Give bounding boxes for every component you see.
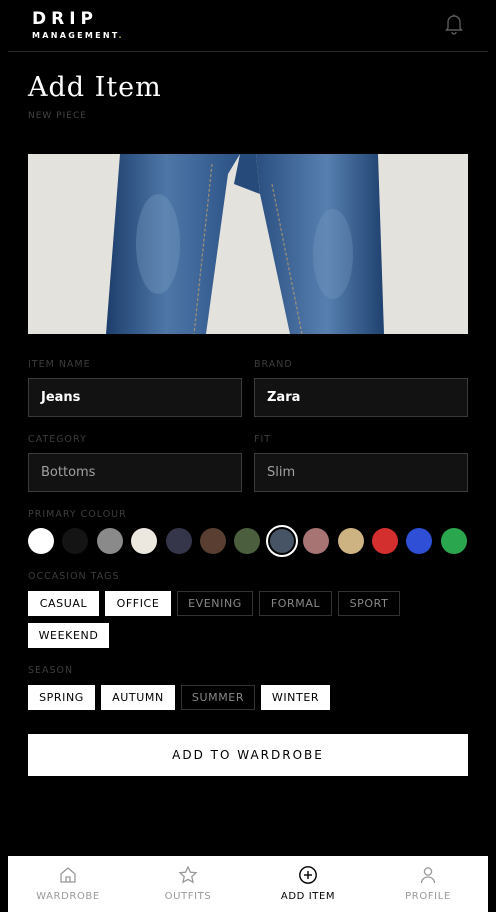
tag-office[interactable]: OFFICE (105, 591, 171, 616)
tag-autumn[interactable]: AUTUMN (101, 685, 175, 710)
colour-swatch[interactable] (406, 528, 433, 554)
category-field[interactable]: Bottoms (28, 453, 242, 492)
page-subtitle: NEW PIECE (28, 111, 87, 121)
page-title: Add Item (28, 72, 162, 103)
tag-sport[interactable]: SPORT (338, 591, 400, 616)
nav-outfits-label: OUTFITS (164, 891, 212, 902)
colour-swatch[interactable] (265, 525, 298, 557)
item-name-field[interactable]: Jeans (28, 378, 242, 417)
tag-winter[interactable]: WINTER (261, 685, 330, 710)
colour-swatch[interactable] (372, 528, 398, 554)
tag-casual[interactable]: CASUAL (28, 591, 99, 616)
nav-add-item[interactable]: ADD ITEM (248, 856, 368, 912)
tag-summer[interactable]: SUMMER (181, 685, 255, 710)
colour-swatch[interactable] (303, 528, 330, 554)
colour-swatches (28, 525, 468, 557)
logo-title[interactable]: DRIP (32, 9, 98, 29)
colour-swatch[interactable] (28, 528, 54, 554)
nav-outfits[interactable]: OUTFITS (128, 856, 248, 912)
nav-wardrobe-label: WARDROBE (36, 891, 100, 902)
add-to-wardrobe-button[interactable]: ADD TO WARDROBE (28, 734, 468, 776)
colour-swatch[interactable] (131, 528, 158, 554)
colour-swatch[interactable] (200, 528, 226, 554)
nav-wardrobe[interactable]: WARDROBE (8, 856, 128, 912)
bottom-nav: WARDROBE OUTFITS ADD ITEM PROFILE (8, 856, 488, 912)
fit-field[interactable]: Slim (254, 453, 468, 492)
tag-spring[interactable]: SPRING (28, 685, 95, 710)
occasion-tags-label: OCCASION TAGS (28, 571, 120, 582)
top-bar: DRIP MANAGEMENT. (8, 0, 488, 52)
colour-swatch[interactable] (62, 528, 89, 554)
app-screen: DRIP MANAGEMENT. Add Item NEW PIECE ITEM… (8, 0, 488, 912)
bell-icon[interactable] (444, 13, 464, 35)
tag-evening[interactable]: EVENING (177, 591, 253, 616)
plus-circle-icon (299, 866, 317, 884)
season-label: SEASON (28, 665, 74, 676)
colour-swatch[interactable] (165, 528, 192, 554)
item-photo[interactable] (28, 154, 468, 334)
jeans-image (28, 154, 468, 334)
colour-swatch[interactable] (234, 528, 261, 554)
colour-swatch[interactable] (337, 528, 364, 554)
colour-swatch[interactable] (96, 528, 123, 554)
fit-label: FIT (254, 434, 272, 445)
colour-swatch[interactable] (440, 528, 467, 554)
logo-subtitle: MANAGEMENT. (32, 31, 124, 40)
home-icon (60, 867, 76, 883)
nav-profile-label: PROFILE (405, 891, 451, 902)
item-name-label: ITEM NAME (28, 359, 91, 370)
tag-weekend[interactable]: WEEKEND (28, 623, 109, 648)
nav-profile[interactable]: PROFILE (368, 856, 488, 912)
brand-field[interactable]: Zara (254, 378, 468, 417)
primary-colour-label: PRIMARY COLOUR (28, 509, 127, 520)
logo-accent-dot: . (118, 31, 124, 40)
star-icon (178, 865, 198, 884)
user-icon (420, 867, 436, 884)
nav-add-item-label: ADD ITEM (280, 891, 336, 902)
brand-label: BRAND (254, 359, 293, 370)
logo-subtitle-text: MANAGEMENT (32, 31, 119, 40)
category-label: CATEGORY (28, 434, 87, 445)
tag-formal[interactable]: FORMAL (259, 591, 332, 616)
